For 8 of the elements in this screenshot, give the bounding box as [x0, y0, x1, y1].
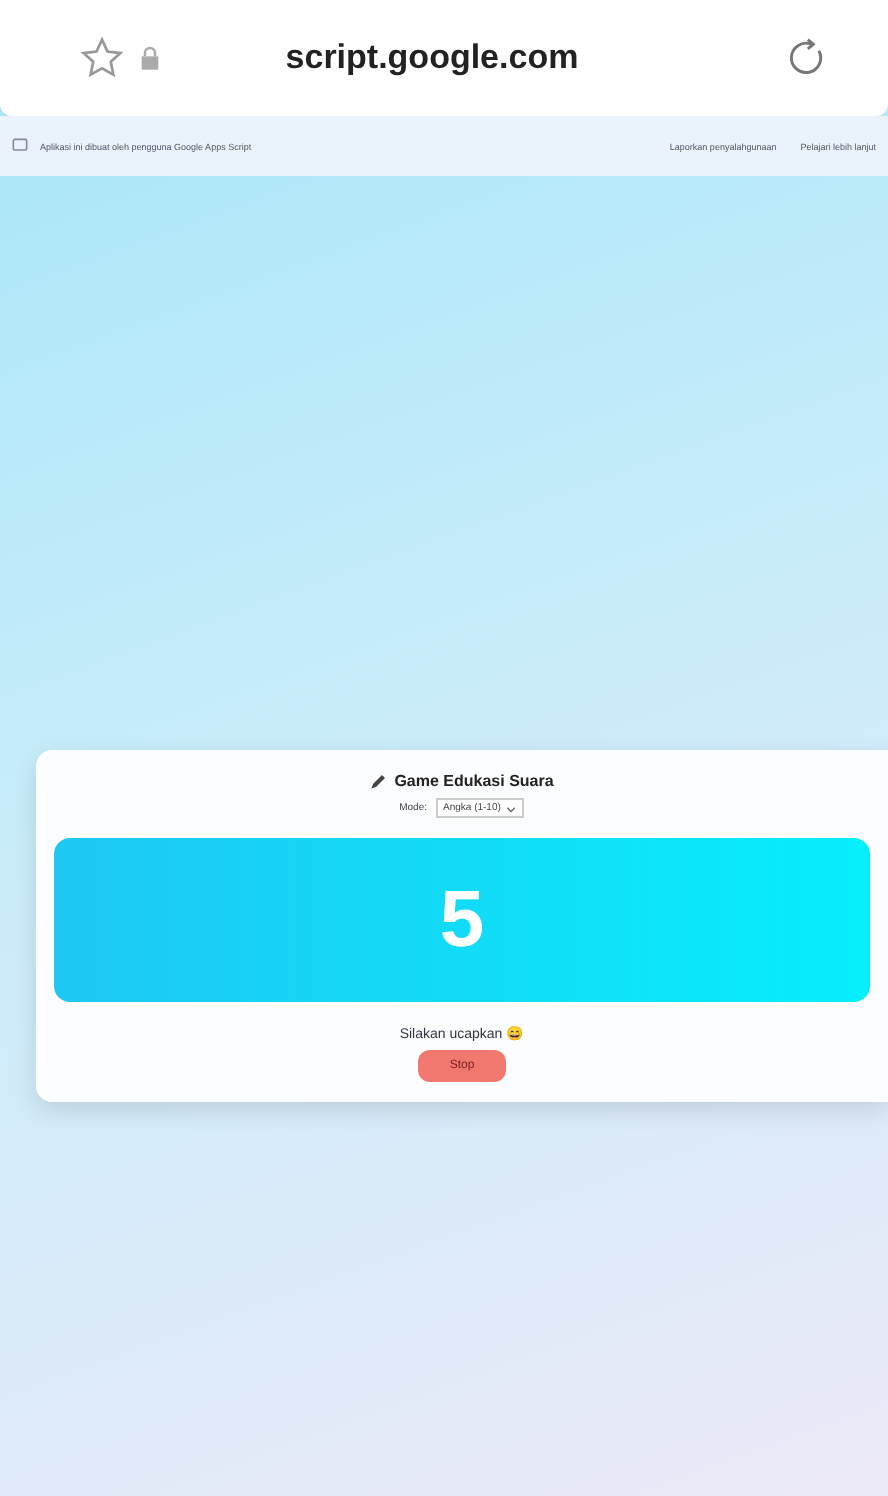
number-text: 5: [439, 875, 485, 965]
lock-icon: [140, 46, 160, 70]
pencil-icon: [370, 772, 389, 790]
caret-icon: [506, 803, 517, 813]
reload-icon[interactable]: [784, 36, 828, 80]
star-icon[interactable]: [80, 36, 124, 80]
game-title: Game Edukasi Suara: [394, 772, 554, 790]
address-text[interactable]: script.google.com: [176, 38, 688, 78]
